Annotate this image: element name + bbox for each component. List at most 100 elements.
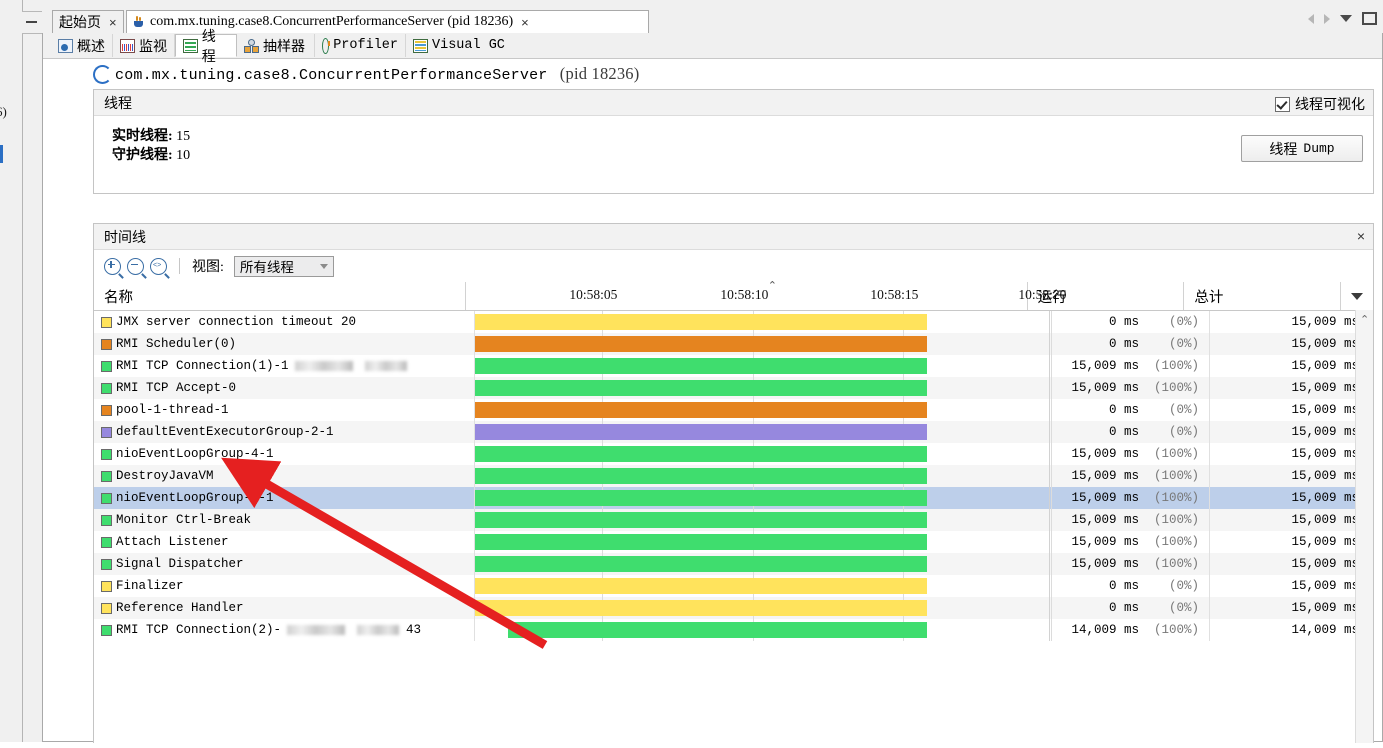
column-header-timeline[interactable]: 10:58:05 10:58:10 ⌃ 10:58:15 10:58:20 <box>466 282 1027 310</box>
column-header-name[interactable]: 名称 <box>94 282 466 310</box>
view-select[interactable]: 所有线程 <box>234 256 334 277</box>
total-time-cell: 15,009 ms <box>1210 399 1370 421</box>
close-icon[interactable]: × <box>521 15 529 30</box>
column-chooser[interactable] <box>1341 282 1373 310</box>
tab-visualgc-label: Visual GC <box>432 38 505 53</box>
thread-timeline-cell[interactable] <box>475 355 1050 377</box>
thread-timeline-cell[interactable] <box>475 597 1050 619</box>
tab-monitor[interactable]: 监视 <box>113 34 175 57</box>
thread-name-cell: RMI Scheduler(0) <box>94 333 475 355</box>
thread-name-cell: pool-1-thread-1 <box>94 399 475 421</box>
grid-line <box>1051 443 1052 465</box>
running-time-cell: 0 ms(0%) <box>1050 333 1210 355</box>
table-row[interactable]: RMI TCP Connection(2)-4314,009 ms(100%)1… <box>94 619 1373 641</box>
thread-timeline-cell[interactable] <box>475 421 1050 443</box>
thread-timeline-cell[interactable] <box>475 487 1050 509</box>
view-label: 视图: <box>192 256 224 276</box>
thread-activity-bar <box>475 534 927 550</box>
tab-threads[interactable]: 线程 <box>175 34 237 57</box>
total-time-value: 15,009 ms <box>1291 425 1359 439</box>
close-icon[interactable]: × <box>1357 228 1365 244</box>
forward-arrow-icon[interactable] <box>1324 14 1330 24</box>
close-icon[interactable]: × <box>109 15 117 30</box>
thread-state-color-icon <box>101 515 112 526</box>
timeline-caret-icon: ⌃ <box>768 282 777 291</box>
thread-timeline-cell[interactable] <box>475 553 1050 575</box>
tab-monitor-label: 监视 <box>139 36 167 56</box>
tab-visualgc[interactable]: Visual GC <box>406 34 514 57</box>
maximize-box-icon[interactable] <box>1362 12 1377 25</box>
back-arrow-icon[interactable] <box>1308 14 1314 24</box>
loading-spinner-icon <box>93 65 112 84</box>
thread-timeline-cell[interactable] <box>475 399 1050 421</box>
thread-name-label: Monitor Ctrl-Break <box>116 513 251 527</box>
table-row[interactable]: Attach Listener15,009 ms(100%)15,009 ms <box>94 531 1373 553</box>
table-row[interactable]: DestroyJavaVM15,009 ms(100%)15,009 ms <box>94 465 1373 487</box>
zoom-in-icon[interactable] <box>104 258 121 275</box>
thread-timeline-cell[interactable] <box>475 465 1050 487</box>
tab-profiler[interactable]: Profiler <box>315 34 406 57</box>
thread-timeline-cell[interactable] <box>475 509 1050 531</box>
zoom-fit-icon[interactable]: <> <box>150 258 167 275</box>
table-row[interactable]: JMX server connection timeout 200 ms(0%)… <box>94 311 1373 333</box>
thread-timeline-cell[interactable] <box>475 311 1050 333</box>
dropdown-arrow-icon[interactable] <box>1340 15 1352 22</box>
thread-dump-button[interactable]: 线程 Dump <box>1241 135 1363 162</box>
table-row[interactable]: defaultEventExecutorGroup-2-10 ms(0%)15,… <box>94 421 1373 443</box>
scroll-up-icon[interactable]: ⌃ <box>1360 313 1369 326</box>
total-time-cell: 15,009 ms <box>1210 597 1370 619</box>
column-header-running[interactable]: 运行 <box>1028 282 1185 310</box>
thread-timeline-cell[interactable] <box>475 619 1050 641</box>
grid-line <box>1051 311 1052 333</box>
column-header-total[interactable]: 总计 <box>1184 282 1341 310</box>
column-header-total-label: 总计 <box>1194 286 1223 307</box>
thread-timeline-cell[interactable] <box>475 443 1050 465</box>
table-row[interactable]: Reference Handler0 ms(0%)15,009 ms <box>94 597 1373 619</box>
threads-group-title: 线程 <box>104 93 132 113</box>
page-title: com.mx.tuning.case8.ConcurrentPerformanc… <box>115 64 639 84</box>
table-row[interactable]: RMI Scheduler(0)0 ms(0%)15,009 ms <box>94 333 1373 355</box>
redacted-text <box>357 625 399 635</box>
tab-start-page[interactable]: 起始页 × <box>52 10 124 33</box>
rail-blue-marker <box>0 145 17 163</box>
thread-timeline-cell[interactable] <box>475 575 1050 597</box>
thread-timeline-cell[interactable] <box>475 531 1050 553</box>
table-body: JMX server connection timeout 200 ms(0%)… <box>94 311 1373 748</box>
thread-name-cell: nioEventLoopGroup-4-1 <box>94 443 475 465</box>
zoom-out-icon[interactable] <box>127 258 144 275</box>
table-row[interactable]: nioEventLoopGroup-3-115,009 ms(100%)15,0… <box>94 487 1373 509</box>
thread-name-label: RMI TCP Accept-0 <box>116 381 236 395</box>
grid-line <box>1051 509 1052 531</box>
total-time-value: 15,009 ms <box>1291 557 1359 571</box>
tab-overview[interactable]: 概述 <box>51 34 113 57</box>
visualize-checkbox[interactable]: 线程可视化 <box>1275 94 1365 114</box>
table-row[interactable]: RMI TCP Accept-0 15,009 ms(100%)15,009 ms <box>94 377 1373 399</box>
vertical-scrollbar[interactable]: ⌃ <box>1355 310 1373 743</box>
total-time-cell: 15,009 ms <box>1210 531 1370 553</box>
thread-activity-bar <box>475 380 927 396</box>
table-row[interactable]: Signal Dispatcher15,009 ms(100%)15,009 m… <box>94 553 1373 575</box>
tick-label: 10:58:05 <box>569 287 617 303</box>
total-time-cell: 15,009 ms <box>1210 509 1370 531</box>
running-time-value: 15,009 ms <box>1071 381 1139 395</box>
chevron-down-icon <box>320 264 328 269</box>
thread-name-label: nioEventLoopGroup-4-1 <box>116 447 274 461</box>
thread-state-color-icon <box>101 427 112 438</box>
table-row[interactable]: nioEventLoopGroup-4-115,009 ms(100%)15,0… <box>94 443 1373 465</box>
running-time-percent: (100%) <box>1153 491 1199 505</box>
minimize-button[interactable] <box>22 11 43 34</box>
table-row[interactable]: Finalizer0 ms(0%)15,009 ms <box>94 575 1373 597</box>
tab-sampler[interactable]: 抽样器 <box>237 34 315 57</box>
thread-timeline-cell[interactable] <box>475 333 1050 355</box>
thread-state-color-icon <box>101 559 112 570</box>
table-row[interactable]: pool-1-thread-10 ms(0%)15,009 ms <box>94 399 1373 421</box>
table-row[interactable]: RMI TCP Connection(1)-115,009 ms(100%)15… <box>94 355 1373 377</box>
total-time-cell: 15,009 ms <box>1210 575 1370 597</box>
running-time-cell: 15,009 ms(100%) <box>1050 377 1210 399</box>
table-row[interactable]: Monitor Ctrl-Break15,009 ms(100%)15,009 … <box>94 509 1373 531</box>
thread-timeline-cell[interactable] <box>475 377 1050 399</box>
checkbox-icon[interactable] <box>1275 97 1290 112</box>
total-time-value: 15,009 ms <box>1291 469 1359 483</box>
running-time-value: 15,009 ms <box>1071 447 1139 461</box>
rail-clipped-text: 6) <box>0 104 7 120</box>
